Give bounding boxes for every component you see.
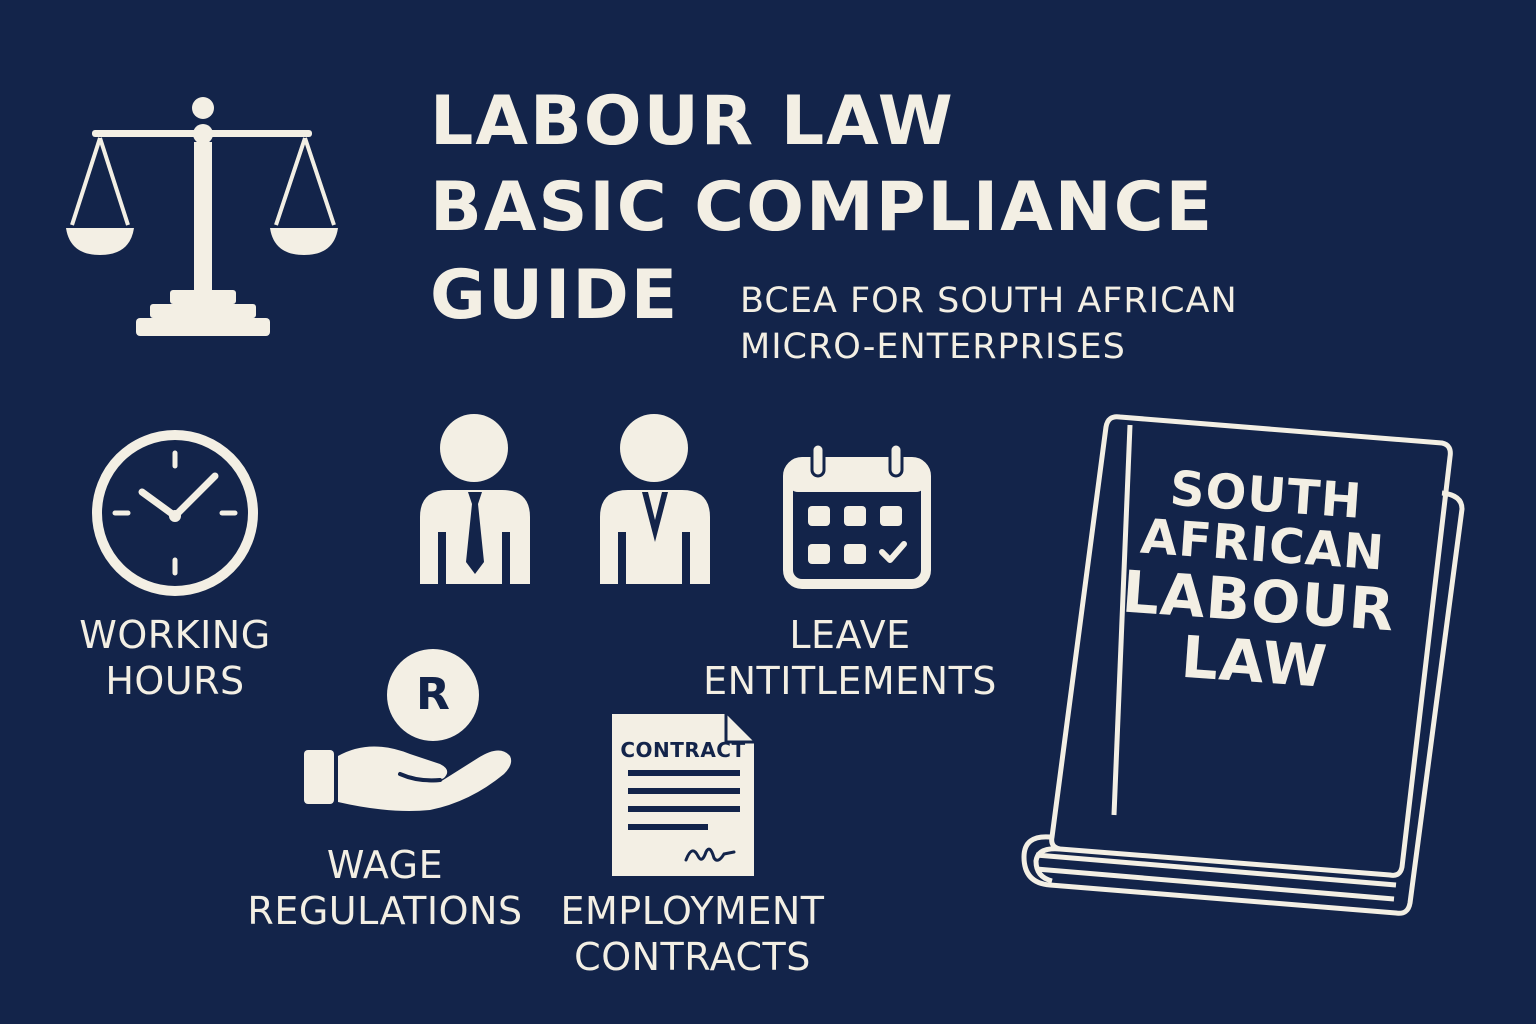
subtitle-line-1: BCEA FOR SOUTH AFRICAN xyxy=(740,281,1238,321)
clock-icon xyxy=(92,430,258,596)
title-line-2: BASIC COMPLIANCE xyxy=(430,168,1215,247)
employment-contracts-caption: EMPLOYMENT CONTRACTS xyxy=(560,889,825,979)
contract-document-icon xyxy=(612,714,754,876)
contract-label: CONTRACT xyxy=(620,738,746,762)
scales-of-justice-icon xyxy=(66,97,338,336)
rand-symbol: R xyxy=(416,669,450,720)
working-hours-caption: WORKING HOURS xyxy=(79,613,271,703)
title-line-3: GUIDE xyxy=(430,256,680,335)
calendar-icon xyxy=(783,442,931,589)
leave-entitlements-caption: LEAVE ENTITLEMENTS xyxy=(703,613,997,703)
hand-icon xyxy=(304,746,512,811)
book-title: SOUTH AFRICAN LABOUR LAW xyxy=(1093,459,1428,703)
subtitle-line-2: MICRO-ENTERPRISES xyxy=(740,327,1126,367)
wage-regulations-caption: WAGE REGULATIONS xyxy=(247,843,523,933)
subtitle: BCEA FOR SOUTH AFRICAN MICRO-ENTERPRISES xyxy=(740,278,1238,370)
title-line-1: LABOUR LAW xyxy=(430,82,955,161)
employee-collar-icon xyxy=(600,414,710,584)
employee-icon xyxy=(420,414,530,584)
